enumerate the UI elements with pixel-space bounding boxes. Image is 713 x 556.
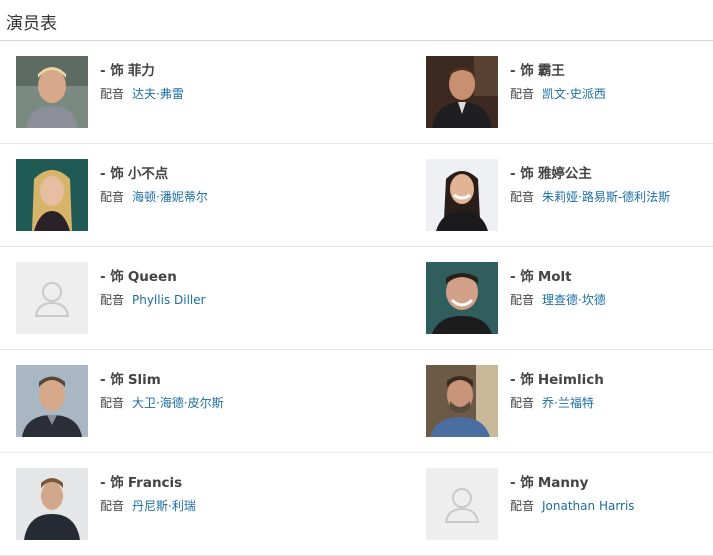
cast-item: - 饰霸王 配音 凯文·史派西 xyxy=(410,41,713,144)
page-title: 演员表 xyxy=(6,14,57,34)
voice-actor-link[interactable]: 海顿·潘妮蒂尔 xyxy=(132,190,208,204)
voice-line: 配音 理查德·坎德 xyxy=(510,291,606,308)
voice-actor-link[interactable]: 丹尼斯·利瑞 xyxy=(132,499,196,513)
cast-item: - 饰 Slim 配音 大卫·海德·皮尔斯 xyxy=(0,350,410,453)
cast-item: - 饰 Molt 配音 理查德·坎德 xyxy=(410,247,713,350)
cast-item: - 饰雅婷公主 配音 朱莉娅·路易斯-德利法斯 xyxy=(410,144,713,247)
voice-label: 配音 xyxy=(510,293,535,307)
actor-photo[interactable] xyxy=(16,159,88,231)
actor-photo[interactable] xyxy=(16,468,88,540)
voice-label: 配音 xyxy=(100,190,125,204)
role-name: - 饰雅婷公主 xyxy=(510,166,592,182)
actor-photo[interactable] xyxy=(426,56,498,128)
voice-label: 配音 xyxy=(100,499,125,513)
voice-line: 配音 大卫·海德·皮尔斯 xyxy=(100,394,224,411)
role-name: - 饰菲力 xyxy=(100,63,155,79)
role-name: - 饰 Francis xyxy=(100,475,183,491)
cast-header: 演员表 xyxy=(0,0,713,41)
voice-actor-link[interactable]: 理查德·坎德 xyxy=(542,293,606,307)
actor-photo[interactable] xyxy=(426,159,498,231)
voice-line: 配音 达夫·弗雷 xyxy=(100,85,184,102)
voice-line: 配音 丹尼斯·利瑞 xyxy=(100,497,196,514)
voice-actor-link[interactable]: 凯文·史派西 xyxy=(542,87,606,101)
voice-label: 配音 xyxy=(510,190,535,204)
role-name: - 饰 Molt xyxy=(510,269,572,285)
role-name: - 饰 Queen xyxy=(100,269,177,285)
voice-line: 配音 凯文·史派西 xyxy=(510,85,606,102)
voice-label: 配音 xyxy=(100,396,125,410)
voice-label: 配音 xyxy=(100,293,125,307)
actor-photo[interactable] xyxy=(426,365,498,437)
cast-item: - 饰 Francis 配音 丹尼斯·利瑞 xyxy=(0,453,410,556)
cast-item: - 饰 Queen 配音 Phyllis Diller xyxy=(0,247,410,350)
voice-label: 配音 xyxy=(100,87,125,101)
voice-line: 配音 朱莉娅·路易斯-德利法斯 xyxy=(510,188,670,205)
voice-actor-link[interactable]: 朱莉娅·路易斯-德利法斯 xyxy=(542,190,670,204)
placeholder-avatar-icon[interactable] xyxy=(16,262,88,334)
actor-photo[interactable] xyxy=(16,56,88,128)
role-name: - 饰 Heimlich xyxy=(510,372,604,388)
voice-actor-link[interactable]: 大卫·海德·皮尔斯 xyxy=(132,396,224,410)
voice-actor-link[interactable]: 达夫·弗雷 xyxy=(132,87,184,101)
voice-actor-link[interactable]: Phyllis Diller xyxy=(132,293,206,307)
role-name: - 饰霸王 xyxy=(510,63,565,79)
cast-list: - 饰菲力 配音 达夫·弗雷 - 饰霸王 配音 凯文·史派西 - 饰 小不点 配… xyxy=(0,41,713,556)
placeholder-avatar-icon[interactable] xyxy=(426,468,498,540)
cast-item: - 饰小不点 配音 海顿·潘妮蒂尔 xyxy=(0,144,410,247)
voice-line: 配音 海顿·潘妮蒂尔 xyxy=(100,188,208,205)
voice-line: 配音 Jonathan Harris xyxy=(510,497,635,514)
actor-photo[interactable] xyxy=(16,365,88,437)
cast-item: - 饰 Heimlich 配音 乔·兰福特 xyxy=(410,350,713,453)
role-name: - 饰小不点 xyxy=(100,166,169,182)
voice-label: 配音 xyxy=(510,87,535,101)
role-name: - 饰 Manny xyxy=(510,475,589,491)
voice-label: 配音 xyxy=(510,396,535,410)
voice-actor-link[interactable]: Jonathan Harris xyxy=(542,499,635,513)
actor-photo[interactable] xyxy=(426,262,498,334)
voice-line: 配音 乔·兰福特 xyxy=(510,394,594,411)
role-name: - 饰 Slim xyxy=(100,372,161,388)
cast-item: - 饰 Manny 配音 Jonathan Harris xyxy=(410,453,713,556)
voice-actor-link[interactable]: 乔·兰福特 xyxy=(542,396,594,410)
voice-label: 配音 xyxy=(510,499,535,513)
cast-item: - 饰菲力 配音 达夫·弗雷 xyxy=(0,41,410,144)
voice-line: 配音 Phyllis Diller xyxy=(100,291,206,308)
